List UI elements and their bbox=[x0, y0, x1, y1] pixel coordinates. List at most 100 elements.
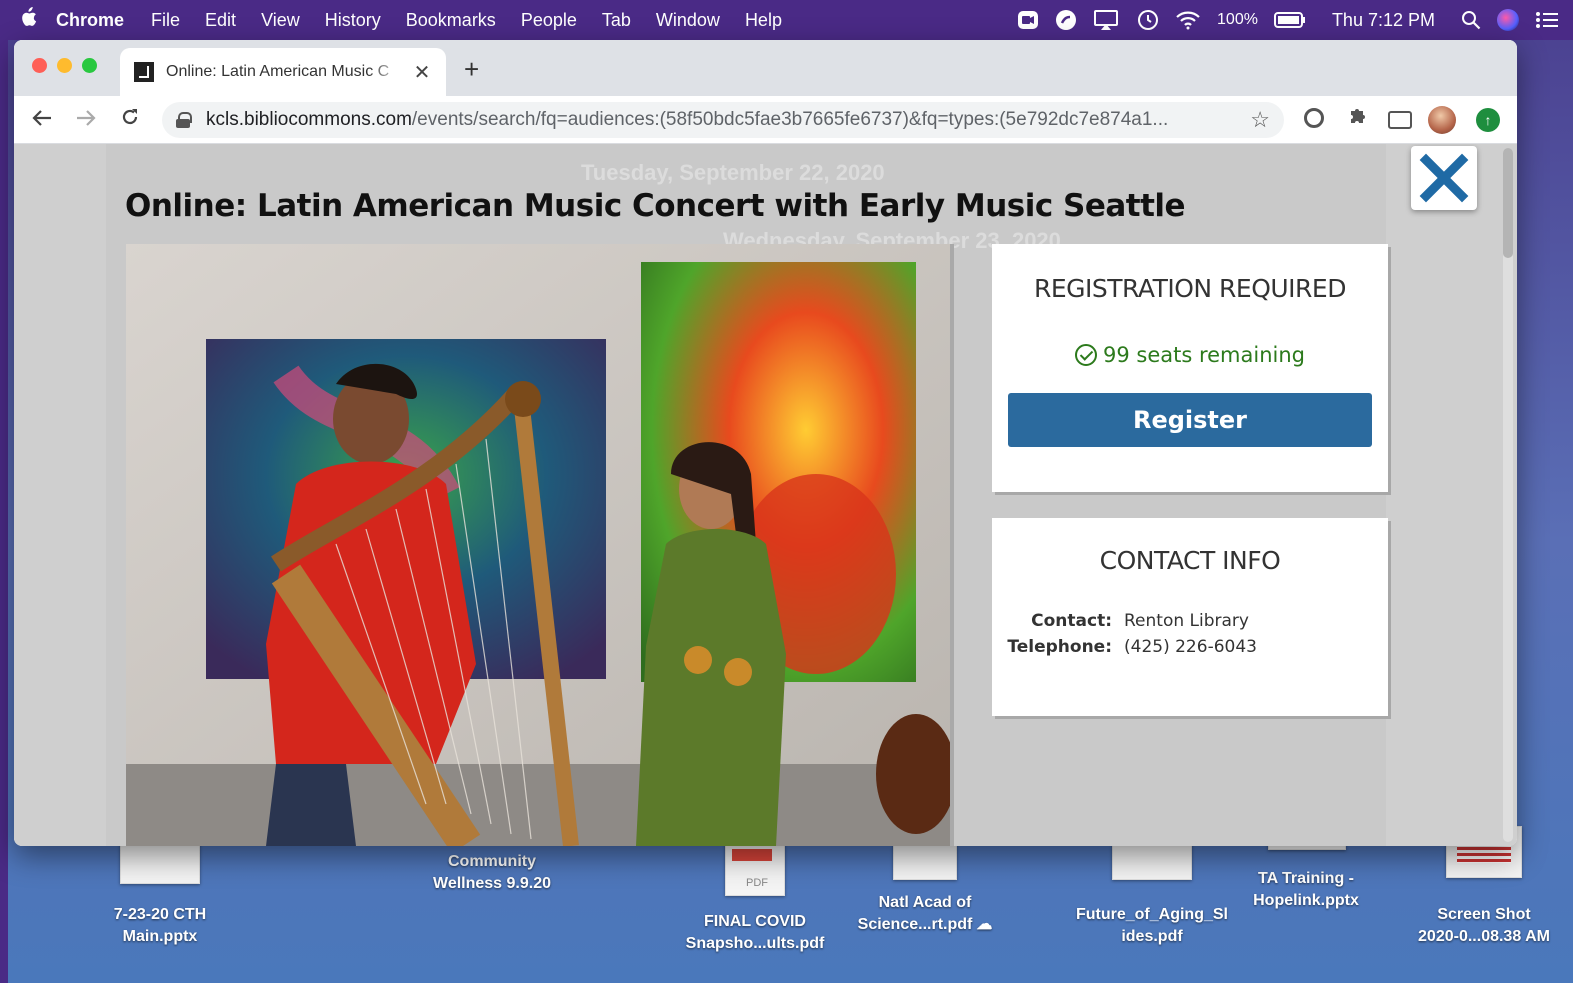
event-title: Online: Latin American Music Concert wit… bbox=[125, 188, 1186, 224]
file-name-line: TA Training - bbox=[1258, 870, 1354, 887]
cast-icon[interactable] bbox=[1388, 111, 1412, 129]
file-name-line: Screen Shot bbox=[1437, 906, 1531, 923]
apple-menu-icon[interactable] bbox=[0, 7, 56, 33]
page-scrollbar[interactable] bbox=[1503, 148, 1513, 842]
contact-info-card: CONTACT INFO Contact: Renton Library Tel… bbox=[992, 518, 1388, 716]
forward-arrow-icon[interactable] bbox=[64, 107, 108, 133]
contact-row: Contact: Renton Library bbox=[992, 611, 1388, 631]
file-name-line: Wellness 9.9.20 bbox=[433, 875, 551, 892]
menu-window[interactable]: Window bbox=[656, 10, 720, 31]
extensions-puzzle-icon[interactable] bbox=[1348, 105, 1368, 131]
pdf-thumbnail bbox=[893, 842, 957, 880]
desktop-edge bbox=[0, 40, 8, 983]
tab-strip: Online: Latin American Music C ✕ + bbox=[14, 40, 1517, 96]
menu-help[interactable]: Help bbox=[745, 10, 782, 31]
menu-app-name[interactable]: Chrome bbox=[56, 10, 124, 31]
contact-heading: CONTACT INFO bbox=[1099, 546, 1281, 575]
control-center-icon[interactable] bbox=[1535, 11, 1559, 29]
seats-remaining: 99 seats remaining bbox=[992, 343, 1388, 367]
reload-icon[interactable] bbox=[108, 107, 152, 133]
file-name-line: Hopelink.pptx bbox=[1253, 892, 1359, 909]
time-machine-icon[interactable] bbox=[1135, 9, 1159, 31]
check-circle-icon bbox=[1074, 344, 1097, 366]
tab-active[interactable]: Online: Latin American Music C ✕ bbox=[120, 48, 446, 96]
seats-remaining-text: 99 seats remaining bbox=[1102, 343, 1305, 367]
registration-card: REGISTRATION REQUIRED 99 seats remaining… bbox=[992, 244, 1388, 492]
tab-close-icon[interactable]: ✕ bbox=[412, 60, 432, 85]
pdf-thumbnail bbox=[1112, 842, 1192, 880]
desktop-file-ta-training[interactable]: TA Training - Hopelink.pptx bbox=[1226, 868, 1386, 912]
file-name-line: 7-23-20 CTH bbox=[113, 906, 207, 923]
window-controls bbox=[32, 58, 97, 73]
scrollbar-thumb[interactable] bbox=[1503, 148, 1513, 258]
tab-title: Online: Latin American Music C bbox=[166, 63, 390, 80]
contact-value: Renton Library bbox=[1124, 611, 1249, 631]
menu-people[interactable]: People bbox=[521, 10, 577, 31]
bibliocommons-favicon-icon bbox=[134, 62, 154, 82]
file-name-line: FINAL COVID bbox=[704, 913, 806, 930]
file-name-line: Science...rt.pdf bbox=[857, 916, 973, 933]
page-viewport: Tuesday, September 22, 2020 Wednesday, S… bbox=[14, 144, 1517, 846]
update-icon[interactable]: ↑ bbox=[1476, 108, 1500, 132]
menu-bookmarks[interactable]: Bookmarks bbox=[406, 10, 496, 31]
desktop-file-cth-main[interactable]: 7-23-20 CTH Main.pptx bbox=[80, 904, 240, 948]
desktop-file-final-covid[interactable]: FINAL COVID Snapsho...ults.pdf bbox=[665, 911, 845, 955]
url-host: kcls.bibliocommons.com bbox=[206, 109, 412, 130]
file-name-line: Snapsho...ults.pdf bbox=[685, 935, 825, 952]
menu-history[interactable]: History bbox=[325, 10, 381, 31]
menubar-clock[interactable]: Thu 7:12 PM bbox=[1332, 10, 1435, 31]
address-bar[interactable]: kcls.bibliocommons.com /events/search/fq… bbox=[162, 102, 1284, 138]
bookmark-star-icon[interactable]: ☆ bbox=[1250, 107, 1270, 133]
desktop-file-community-wellness[interactable]: Community Wellness 9.9.20 bbox=[412, 851, 572, 895]
telephone-label: Telephone: bbox=[1007, 637, 1112, 657]
desktop-file-screen-shot[interactable]: Screen Shot 2020-0...08.38 AM bbox=[1400, 904, 1568, 948]
status-area: 100% Thu 7:12 PM bbox=[1017, 0, 1559, 40]
profile-avatar[interactable] bbox=[1428, 106, 1456, 134]
file-name-line: ides.pdf bbox=[1121, 928, 1183, 945]
window-maximize-button[interactable] bbox=[82, 58, 97, 73]
telephone-value: (425) 226-6043 bbox=[1124, 637, 1257, 657]
menu-file[interactable]: File bbox=[151, 10, 180, 31]
screen-record-icon[interactable] bbox=[1017, 10, 1039, 30]
file-name-line: Community bbox=[448, 853, 536, 870]
event-photo bbox=[126, 244, 950, 846]
desktop-file-natl-acad[interactable]: Natl Acad of Science...rt.pdf ☁ bbox=[840, 892, 1010, 936]
desktop-file-future-of-aging[interactable]: Future_of_Aging_Sl ides.pdf bbox=[1062, 904, 1242, 948]
macos-menu-bar: Chrome File Edit View History Bookmarks … bbox=[0, 0, 1573, 40]
battery-icon[interactable] bbox=[1273, 11, 1306, 29]
extension-circle-icon[interactable] bbox=[1304, 108, 1324, 128]
file-name-line: Future_of_Aging_Sl bbox=[1075, 906, 1228, 923]
file-name-line: Main.pptx bbox=[122, 928, 198, 945]
browser-toolbar: kcls.bibliocommons.com /events/search/fq… bbox=[14, 96, 1517, 144]
lock-icon[interactable] bbox=[176, 112, 192, 128]
siri-icon[interactable] bbox=[1497, 9, 1519, 31]
window-minimize-button[interactable] bbox=[57, 58, 72, 73]
menu-edit[interactable]: Edit bbox=[205, 10, 236, 31]
window-close-button[interactable] bbox=[32, 58, 47, 73]
close-icon bbox=[1419, 153, 1469, 203]
registration-heading: REGISTRATION REQUIRED bbox=[1034, 274, 1346, 303]
file-name-line: 2020-0...08.38 AM bbox=[1418, 928, 1550, 945]
browser-window: Online: Latin American Music C ✕ + kcls.… bbox=[14, 40, 1517, 846]
register-button[interactable]: Register bbox=[1008, 393, 1372, 447]
back-arrow-icon[interactable] bbox=[20, 107, 64, 133]
ghost-date-heading: Tuesday, September 22, 2020 bbox=[581, 160, 885, 185]
musicians-photo-illustration bbox=[126, 244, 950, 846]
icloud-download-icon: ☁ bbox=[976, 916, 993, 933]
wifi-icon[interactable] bbox=[1175, 10, 1201, 30]
pdf-thumbnail: PDF bbox=[725, 842, 785, 896]
contact-row: Telephone: (425) 226-6043 bbox=[992, 637, 1388, 657]
creative-cloud-icon[interactable] bbox=[1055, 9, 1077, 31]
battery-percent[interactable]: 100% bbox=[1217, 11, 1258, 29]
new-tab-button[interactable]: + bbox=[464, 54, 479, 85]
menu-view[interactable]: View bbox=[261, 10, 300, 31]
menu-tab[interactable]: Tab bbox=[602, 10, 631, 31]
spotlight-search-icon[interactable] bbox=[1461, 10, 1481, 30]
contact-details: Contact: Renton Library Telephone: (425)… bbox=[992, 611, 1388, 657]
pdf-label: PDF bbox=[746, 877, 768, 889]
file-name-line: Natl Acad of bbox=[878, 894, 972, 911]
modal-close-button[interactable] bbox=[1411, 146, 1477, 210]
contact-label: Contact: bbox=[1031, 611, 1112, 631]
url-path: /events/search/fq=audiences:(58f50bdc5fa… bbox=[411, 109, 1169, 130]
airplay-icon[interactable] bbox=[1093, 9, 1119, 31]
